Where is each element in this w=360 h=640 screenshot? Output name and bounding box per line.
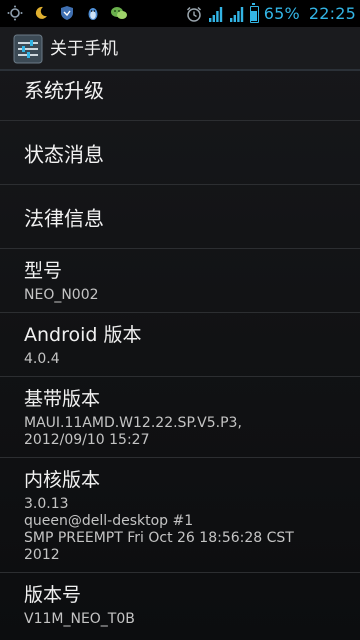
list-item-baseband: 基带版本 MAUI.11AMD.W12.22.SP.V5.P3, 2012/09… [0,377,360,458]
list-item-status[interactable]: 状态消息 [0,121,360,185]
item-value: NEO_N002 [24,287,99,303]
item-label: 基带版本 [24,388,101,410]
about-phone-list[interactable]: 系统升级 状态消息 法律信息 型号 NEO_N002 Android 版本 4.… [0,71,360,640]
settings-sliders-icon[interactable] [13,34,43,64]
signal-icon [229,5,245,23]
notification-icons [6,4,128,22]
item-label: 版本号 [24,584,82,606]
item-value: V11M_NEO_T0B [24,611,135,627]
action-bar: 关于手机 [0,27,360,71]
list-item-model: 型号 NEO_N002 [0,249,360,313]
brightness-icon [6,4,24,22]
list-item-build-number[interactable]: 版本号 V11M_NEO_T0B [0,573,360,636]
list-item-legal[interactable]: 法律信息 [0,185,360,249]
item-label: 系统升级 [24,78,104,102]
qq-penguin-icon [84,4,102,22]
battery-icon [249,2,259,23]
page-title: 关于手机 [50,39,118,59]
item-value: 4.0.4 [24,351,60,367]
signal-icon [208,5,224,23]
item-label: 法律信息 [24,206,104,230]
moon-icon [32,4,50,22]
system-icons: 65% 22:25 [185,2,356,26]
item-label: 状态消息 [24,142,104,166]
status-bar: 65% 22:25 [0,0,360,27]
list-content: 系统升级 状态消息 法律信息 型号 NEO_N002 Android 版本 4.… [0,71,360,636]
wechat-icon [110,4,128,22]
list-item-android-version[interactable]: Android 版本 4.0.4 [0,313,360,377]
item-label: 内核版本 [24,469,101,491]
item-label: Android 版本 [24,324,142,346]
item-value: 3.0.13 queen@dell-desktop #1 SMP PREEMPT… [24,496,294,563]
item-value: MAUI.11AMD.W12.22.SP.V5.P3, 2012/09/10 1… [24,415,242,448]
clock: 22:25 [308,4,356,23]
shield-icon [58,4,76,22]
battery-percent: 65% [263,4,300,23]
list-item-system-update[interactable]: 系统升级 [0,71,360,121]
screen: 65% 22:25 关于手机 系统升级 状态消息 法律信息 型号 NEO_N00… [0,0,360,640]
alarm-icon [185,5,203,23]
item-label: 型号 [24,260,63,282]
list-item-kernel: 内核版本 3.0.13 queen@dell-desktop #1 SMP PR… [0,458,360,573]
